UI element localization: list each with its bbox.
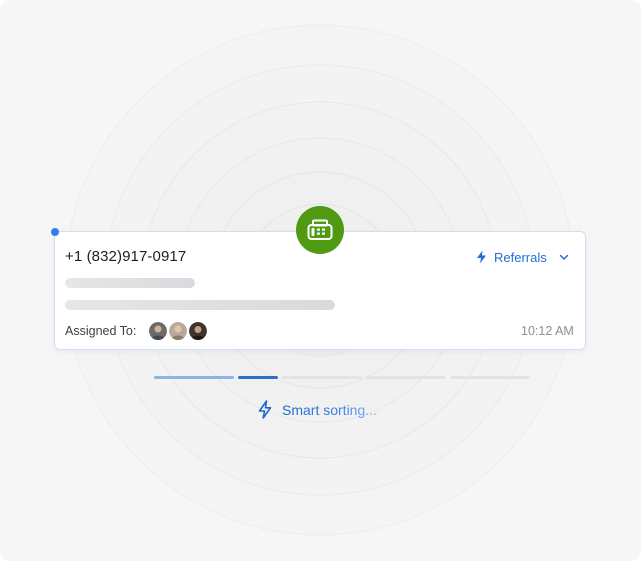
avatar[interactable] bbox=[169, 322, 187, 340]
category-label: Referrals bbox=[494, 249, 547, 265]
phone-number: +1 (832)917-0917 bbox=[65, 248, 187, 265]
skeleton-line-short bbox=[65, 278, 195, 288]
fax-icon bbox=[307, 219, 333, 240]
chevron-down-icon bbox=[559, 254, 568, 260]
progress-bar bbox=[154, 376, 530, 379]
progress-segment-complete bbox=[154, 376, 234, 379]
avatar[interactable] bbox=[149, 322, 167, 340]
timestamp: 10:12 AM bbox=[521, 324, 574, 338]
progress-segment-pending bbox=[282, 376, 362, 379]
progress-segment-active bbox=[238, 376, 278, 379]
status-indicator: Smart sorting... bbox=[258, 400, 377, 419]
lightning-icon bbox=[477, 250, 486, 264]
skeleton-line-long bbox=[65, 300, 335, 310]
progress-segment-pending bbox=[366, 376, 446, 379]
lightning-icon bbox=[258, 400, 272, 419]
progress-segment-pending bbox=[450, 376, 530, 379]
assigned-to-label: Assigned To: bbox=[65, 324, 137, 338]
category-dropdown[interactable]: Referrals bbox=[476, 248, 570, 266]
fax-badge bbox=[296, 206, 344, 254]
avatar[interactable] bbox=[189, 322, 207, 340]
assignee-avatars[interactable] bbox=[149, 322, 207, 340]
status-text: Smart sorting... bbox=[282, 401, 377, 418]
selection-dot bbox=[51, 228, 59, 236]
